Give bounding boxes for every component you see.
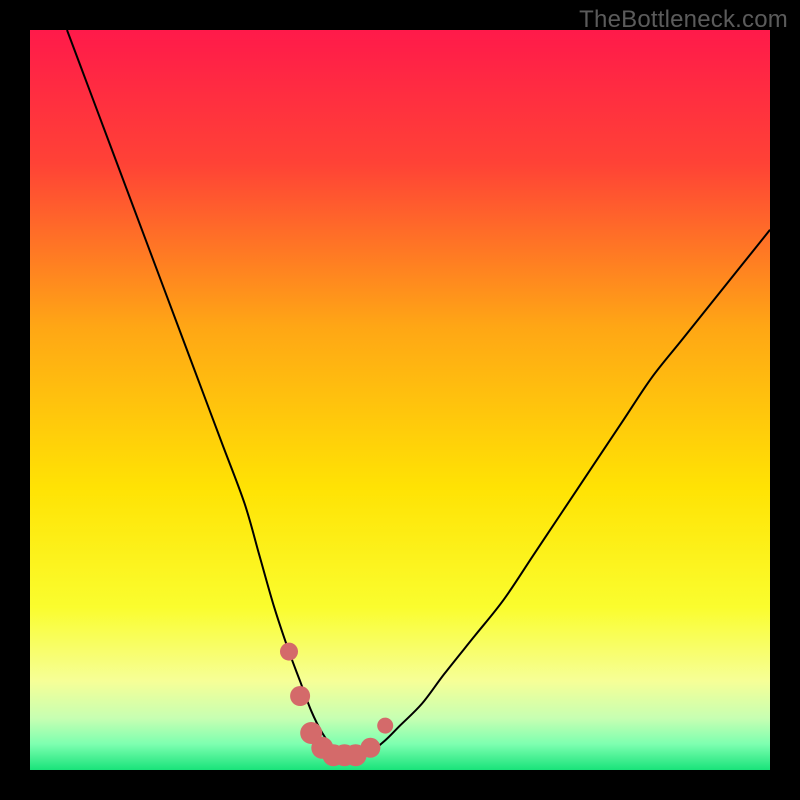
marker-dot (290, 686, 310, 706)
plot-area (30, 30, 770, 770)
watermark-text: TheBottleneck.com (579, 6, 788, 34)
marker-dot (360, 738, 380, 758)
chart-frame: TheBottleneck.com (0, 0, 800, 800)
bottleneck-curve (67, 30, 770, 756)
optimal-range-markers (280, 643, 393, 767)
curve-layer (30, 30, 770, 770)
marker-dot (377, 718, 393, 734)
marker-dot (280, 643, 298, 661)
